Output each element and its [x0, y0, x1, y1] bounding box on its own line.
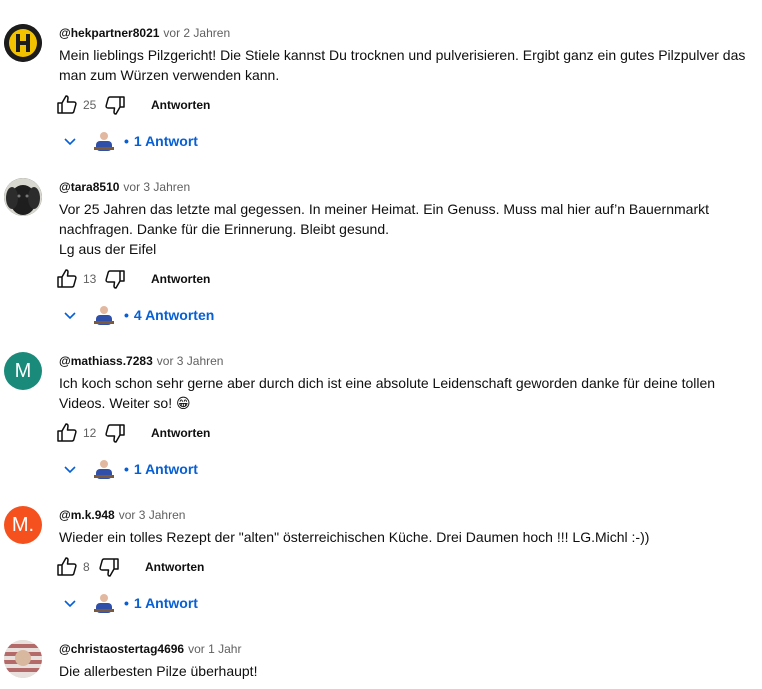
- chevron-down-icon: [64, 466, 76, 474]
- comment-text: Wieder ein tolles Rezept der "alten" öst…: [59, 527, 749, 547]
- avatar[interactable]: M: [4, 352, 42, 390]
- thumb-down-icon: [99, 558, 119, 577]
- separator-dot: •: [124, 461, 129, 477]
- separator-dot: •: [124, 307, 129, 323]
- creator-avatar-icon: [94, 594, 114, 613]
- comment-text-line: Die allerbesten Pilze überhaupt!: [59, 663, 258, 679]
- separator-dot: •: [124, 595, 129, 611]
- comment-text-line: Vor 25 Jahren das letzte mal gegessen. I…: [59, 201, 710, 217]
- comment-author[interactable]: @mathiass.7283: [59, 354, 153, 368]
- comment-actions: 12 Antworten: [55, 421, 210, 445]
- like-count: 8: [83, 560, 90, 574]
- like-button[interactable]: [55, 555, 79, 579]
- comment-text-line: Mein lieblings Pilzgericht! Die Stiele k…: [59, 47, 746, 63]
- thumb-up-icon: [57, 269, 77, 288]
- comment-text: Vor 25 Jahren das letzte mal gegessen. I…: [59, 199, 749, 259]
- separator-dot: •: [124, 133, 129, 149]
- reply-button[interactable]: Antworten: [151, 426, 210, 440]
- avatar[interactable]: M.: [4, 506, 42, 544]
- comment-header: @m.k.948 vor 3 Jahren: [59, 506, 185, 524]
- replies-count: 4 Antworten: [133, 307, 215, 323]
- like-button[interactable]: [55, 93, 79, 117]
- dislike-button[interactable]: [97, 555, 121, 579]
- comment-actions: 8 Antworten: [55, 555, 204, 579]
- comment-header: @mathiass.7283 vor 3 Jahren: [59, 352, 223, 370]
- comment-time[interactable]: vor 1 Jahr: [188, 642, 241, 656]
- comment-time[interactable]: vor 3 Jahren: [157, 354, 224, 368]
- creator-avatar-icon: [94, 460, 114, 479]
- comment-text-line: Ich koch schon sehr gerne aber durch dic…: [59, 375, 716, 391]
- comment-author[interactable]: @m.k.948: [59, 508, 115, 522]
- replies-count: 1 Antwort: [133, 133, 198, 149]
- avatar-letter: M.: [11, 513, 35, 536]
- chevron-down-icon: [64, 600, 76, 608]
- view-replies-button[interactable]: • 1 Antwort: [60, 591, 198, 615]
- like-button[interactable]: [55, 267, 79, 291]
- avatar[interactable]: [4, 640, 42, 678]
- comment-text: Mein lieblings Pilzgericht! Die Stiele k…: [59, 45, 749, 85]
- replies-count: 1 Antwort: [133, 595, 198, 611]
- avatar[interactable]: [4, 24, 42, 62]
- creator-avatar-icon: [94, 306, 114, 325]
- reply-button[interactable]: Antworten: [151, 98, 210, 112]
- thumb-up-icon: [57, 95, 77, 114]
- chevron-down-icon: [64, 138, 76, 146]
- comment-header: @tara8510 vor 3 Jahren: [59, 178, 190, 196]
- comment-header: @christaostertag4696 vor 1 Jahr: [59, 640, 241, 658]
- like-count: 12: [83, 426, 97, 440]
- like-count: 25: [83, 98, 97, 112]
- comment-time[interactable]: vor 3 Jahren: [119, 508, 186, 522]
- comment-text-line: nachfragen. Danke für die Erinnerung. Bl…: [59, 221, 389, 237]
- hek-logo-icon: [4, 24, 42, 62]
- comment-header: @hekpartner8021 vor 2 Jahren: [59, 24, 230, 42]
- avatar-letter: M: [14, 359, 32, 382]
- comment-time[interactable]: vor 3 Jahren: [123, 180, 190, 194]
- chevron-down-icon: [64, 312, 76, 320]
- thumb-down-icon: [105, 96, 125, 115]
- reply-button[interactable]: Antworten: [145, 560, 204, 574]
- thumb-up-icon: [57, 557, 77, 576]
- comment-author[interactable]: @christaostertag4696: [59, 642, 184, 656]
- comment-text-line: man zum Würzen verwenden kann.: [59, 67, 280, 83]
- dislike-button[interactable]: [103, 267, 127, 291]
- comment-actions: 13 Antworten: [55, 267, 210, 291]
- view-replies-button[interactable]: • 1 Antwort: [60, 457, 198, 481]
- dislike-button[interactable]: [103, 421, 127, 445]
- user-photo-icon: [4, 640, 42, 678]
- thumb-down-icon: [105, 424, 125, 443]
- comment-text-line: Videos. Weiter so! 😁: [59, 395, 191, 411]
- dog-photo-icon: [4, 178, 42, 216]
- thumb-up-icon: [57, 423, 77, 442]
- replies-count: 1 Antwort: [133, 461, 198, 477]
- creator-avatar-icon: [94, 132, 114, 151]
- comment-text: Die allerbesten Pilze überhaupt!: [59, 661, 749, 681]
- like-button[interactable]: [55, 421, 79, 445]
- view-replies-button[interactable]: • 1 Antwort: [60, 129, 198, 153]
- like-count: 13: [83, 272, 97, 286]
- comment-text-line: Wieder ein tolles Rezept der "alten" öst…: [59, 529, 650, 545]
- reply-button[interactable]: Antworten: [151, 272, 210, 286]
- comment-text: Ich koch schon sehr gerne aber durch dic…: [59, 373, 749, 413]
- comment-author[interactable]: @hekpartner8021: [59, 26, 159, 40]
- avatar[interactable]: [4, 178, 42, 216]
- view-replies-button[interactable]: • 4 Antworten: [60, 303, 214, 327]
- thumb-down-icon: [105, 270, 125, 289]
- comment-text-line: Lg aus der Eifel: [59, 241, 157, 257]
- comment-actions: 25 Antworten: [55, 93, 210, 117]
- comment-time[interactable]: vor 2 Jahren: [163, 26, 230, 40]
- comment-author[interactable]: @tara8510: [59, 180, 119, 194]
- dislike-button[interactable]: [103, 93, 127, 117]
